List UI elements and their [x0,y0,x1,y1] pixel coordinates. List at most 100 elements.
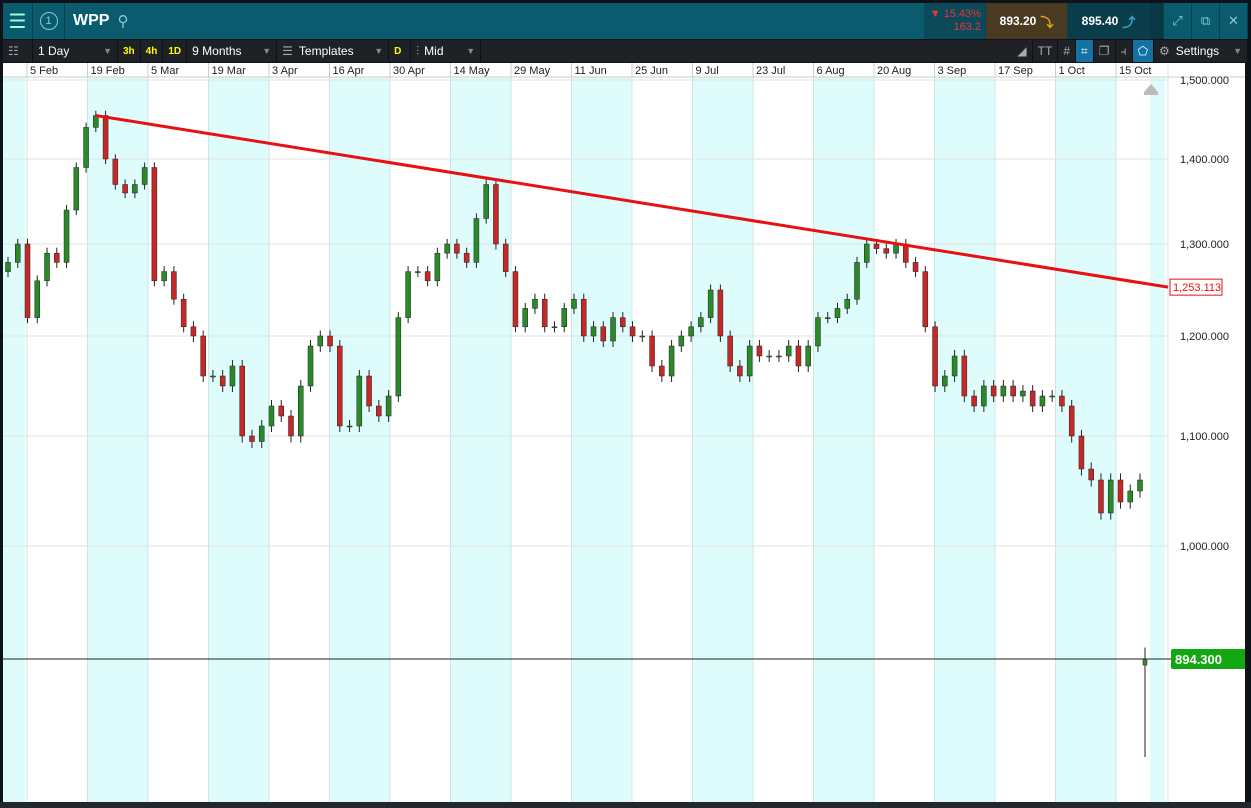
candle-body [610,317,616,342]
change-pct: 15.43% [943,8,981,20]
date-label: 3 Apr [272,65,298,77]
workspace-1-button[interactable]: 1 [33,3,65,39]
candle-body [161,271,167,282]
candle-body [112,158,119,185]
quick-4h[interactable]: 4h [141,40,164,62]
sliders-icon: ☰ [282,44,293,58]
candle-icon[interactable]: ⫞ [1116,40,1133,62]
candle-body [337,345,343,427]
candle-body [210,375,216,378]
date-stripe [1055,77,1116,802]
candle-body [317,335,324,347]
candle-body [463,252,470,263]
popout-icon[interactable]: ⧉ [1192,3,1220,39]
change-abs: 163.2 [953,21,981,33]
candle-body [1059,395,1065,407]
candle-body [229,365,236,387]
expand-icon[interactable]: ⤢ [1164,3,1192,39]
candle-body [444,243,450,254]
candle-body [346,425,353,428]
candle-body [376,405,382,417]
candle-body [942,375,948,387]
d-button[interactable]: D [389,40,412,62]
arrow-up-icon: ⤴ [1122,14,1136,30]
date-label: 30 Apr [393,65,425,77]
date-stripe [87,77,148,802]
sell-button[interactable]: 893.20 ⤵ [986,3,1068,39]
candle-body [434,252,441,282]
candle-body [795,345,802,367]
list-icon[interactable]: ☷ [3,40,33,62]
candle-body [307,345,314,387]
date-label: 19 Feb [91,65,125,77]
grid-icon[interactable]: # [1058,40,1077,62]
search-icon[interactable]: ⚲ [117,12,128,30]
candle-body [200,335,206,377]
date-label: 20 Aug [877,65,911,77]
candle-body [785,345,792,357]
price-tick-label: 1,500.000 [1180,75,1229,87]
interval-select[interactable]: 1 Day ▼ [33,40,118,62]
price-tick-label: 1,300.000 [1180,239,1229,251]
candle-body [141,167,148,185]
candle-body [824,317,831,319]
candle-body [981,385,987,407]
candle-body [864,243,870,263]
candle-body [883,248,890,254]
candle-body [395,317,402,397]
layers-icon[interactable]: ❐ [1094,40,1116,62]
candle-body [571,298,577,309]
candle-body [239,365,245,437]
settings-button[interactable]: ⚙ Settings ▼ [1154,40,1248,62]
candle-body [102,115,109,160]
candle-body [122,184,128,194]
candle-body [385,395,392,417]
date-label: 6 Aug [817,65,845,77]
candle-body [1029,390,1036,407]
date-label: 17 Sep [998,65,1033,77]
date-label: 5 Mar [151,65,179,77]
price-chart[interactable]: 5 Feb 19 Feb 5 Mar 19 Mar 3 Apr 16 Apr 30 Apr 1… [3,63,1247,802]
date-label: 15 Oct [1119,65,1151,77]
candle-body [678,335,685,347]
candle-body [24,243,31,318]
arrow-down-icon: ⤵ [1040,14,1054,30]
candle-body [776,355,782,358]
candle-body [561,308,567,328]
candle-body [473,218,480,263]
symbol-title[interactable]: WPP [73,12,109,30]
range-value: 9 Months [192,44,242,58]
chart-svg[interactable]: 5 Feb 19 Feb 5 Mar 19 Mar 3 Apr 16 Apr 30 Apr 1… [3,63,1247,802]
date-stripe [934,77,995,802]
trendline-label: 1,253.113 [1173,282,1221,294]
templates-button[interactable]: ☰ Templates ▼ [277,40,390,62]
quick-3h[interactable]: 3h [118,40,141,62]
candle-body [83,127,89,168]
title-bar: ☰ 1 WPP ⚲ ▼ 15.43% 163.2 893.20 ⤵ 895.40 ⤴ … [3,3,1248,39]
interval-value: 1 Day [38,44,70,58]
date-stripe [692,77,753,802]
draw-line-icon[interactable]: ◢ [1012,40,1033,62]
close-icon[interactable]: ✕ [1220,3,1248,39]
quick-1d[interactable]: 1D [163,40,188,62]
drag-handle[interactable] [1150,3,1164,39]
price-type-select[interactable]: ⫶ Mid ▼ [411,40,482,62]
bottom-bar [0,802,1251,808]
candle-body [171,271,177,300]
range-select[interactable]: 9 Months ▼ [187,40,278,62]
date-stripe [450,77,511,802]
grid-draw-icon[interactable]: ⌗ [1076,40,1094,62]
candle-body [483,184,489,219]
settings-label: Settings [1175,44,1220,58]
date-label: 3 Sep [938,65,967,77]
candle-body [990,385,997,397]
date-label: 5 Feb [30,65,58,77]
candle-body [659,365,665,377]
number-one-icon: 1 [39,12,58,30]
buy-button[interactable]: 895.40 ⤴ [1068,3,1150,39]
candle-body [493,184,499,245]
candle-body [746,345,753,377]
menu-icon[interactable]: ☰ [3,3,33,39]
label-icon[interactable]: ⬠ [1132,40,1154,62]
text-size-icon[interactable]: TT [1033,40,1059,62]
